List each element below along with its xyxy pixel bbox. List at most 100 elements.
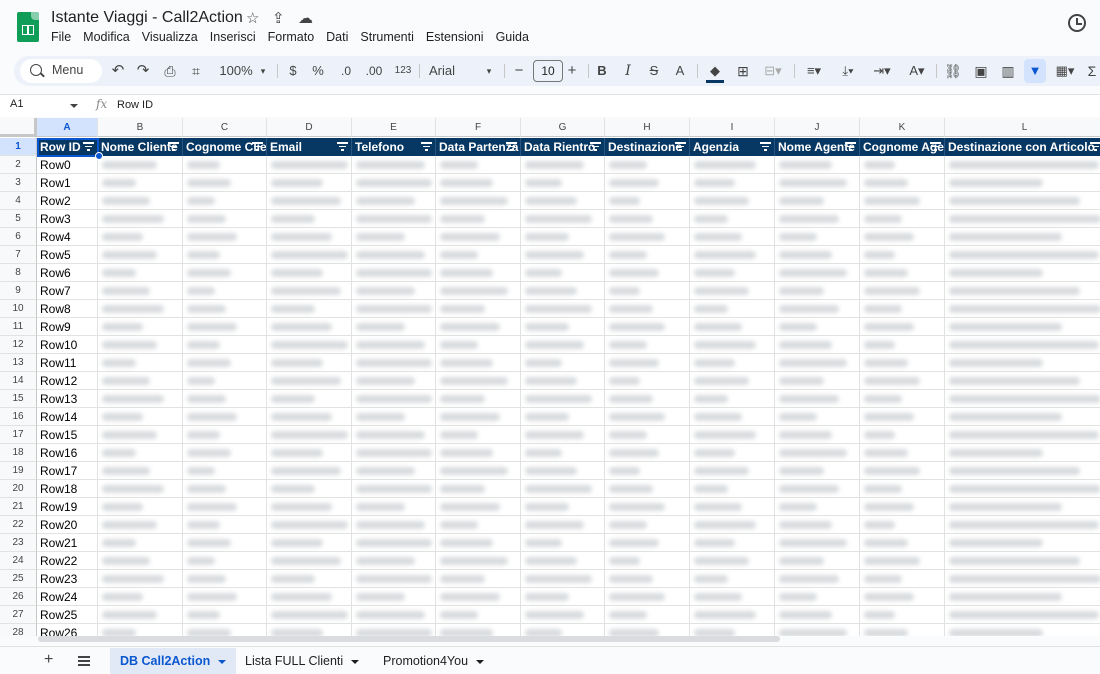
redacted-cell[interactable] <box>605 228 690 246</box>
redacted-cell[interactable] <box>860 354 945 372</box>
redacted-cell[interactable] <box>267 174 352 192</box>
row-header[interactable]: 6 <box>0 228 37 246</box>
redacted-cell[interactable] <box>352 372 436 390</box>
redacted-cell[interactable] <box>183 282 267 300</box>
menu-view[interactable]: Visualizza <box>142 30 198 44</box>
redacted-cell[interactable] <box>436 462 521 480</box>
redacted-cell[interactable] <box>860 624 945 636</box>
redacted-cell[interactable] <box>775 588 860 606</box>
formula-input[interactable]: Row ID <box>117 99 153 111</box>
redacted-cell[interactable] <box>775 318 860 336</box>
redacted-cell[interactable] <box>267 480 352 498</box>
redacted-cell[interactable] <box>860 390 945 408</box>
redacted-cell[interactable] <box>267 354 352 372</box>
redacted-cell[interactable] <box>690 228 775 246</box>
redacted-cell[interactable] <box>352 444 436 462</box>
redacted-cell[interactable] <box>436 498 521 516</box>
redacted-cell[interactable] <box>775 570 860 588</box>
redacted-cell[interactable] <box>945 246 1100 264</box>
redacted-cell[interactable] <box>775 336 860 354</box>
text-color-icon[interactable]: A <box>673 56 687 86</box>
redacted-cell[interactable] <box>945 282 1100 300</box>
redacted-cell[interactable] <box>521 300 605 318</box>
sheet-tab-chevron-down-icon[interactable] <box>351 659 360 664</box>
header-cell[interactable]: Row ID <box>37 138 98 156</box>
redacted-cell[interactable] <box>860 372 945 390</box>
redacted-cell[interactable] <box>183 516 267 534</box>
column-header-h[interactable]: H <box>605 118 690 137</box>
redacted-cell[interactable] <box>183 192 267 210</box>
functions-icon[interactable]: Σ <box>1084 56 1100 86</box>
row-header[interactable]: 27 <box>0 606 37 624</box>
redacted-cell[interactable] <box>183 462 267 480</box>
redacted-cell[interactable] <box>945 588 1100 606</box>
redacted-cell[interactable] <box>860 156 945 174</box>
redacted-cell[interactable] <box>860 336 945 354</box>
redacted-cell[interactable] <box>267 210 352 228</box>
redacted-cell[interactable] <box>352 174 436 192</box>
header-cell[interactable]: Nome Cliente <box>98 138 183 156</box>
redacted-cell[interactable] <box>267 228 352 246</box>
borders-icon[interactable]: ⊞ <box>735 56 751 86</box>
redacted-cell[interactable] <box>521 588 605 606</box>
redacted-cell[interactable] <box>775 282 860 300</box>
redacted-cell[interactable] <box>605 588 690 606</box>
redacted-cell[interactable] <box>436 534 521 552</box>
row-id-cell[interactable]: Row8 <box>37 300 98 318</box>
redacted-cell[interactable] <box>352 354 436 372</box>
row-header[interactable]: 9 <box>0 282 37 300</box>
redacted-cell[interactable] <box>436 156 521 174</box>
redacted-cell[interactable] <box>436 192 521 210</box>
menu-help[interactable]: Guida <box>496 30 529 44</box>
filter-dropdown-icon[interactable] <box>506 142 517 152</box>
redacted-cell[interactable] <box>775 300 860 318</box>
redacted-cell[interactable] <box>183 534 267 552</box>
fill-color-icon[interactable]: ◆ <box>706 56 724 83</box>
row-header[interactable]: 15 <box>0 390 37 408</box>
redacted-cell[interactable] <box>945 300 1100 318</box>
redacted-cell[interactable] <box>521 210 605 228</box>
move-to-drive-icon[interactable]: ⇪ <box>272 9 285 27</box>
redacted-cell[interactable] <box>436 516 521 534</box>
merge-cells-icon[interactable]: ⊟▾ <box>761 56 785 86</box>
row-header[interactable]: 18 <box>0 444 37 462</box>
redacted-cell[interactable] <box>521 624 605 636</box>
redacted-cell[interactable] <box>183 426 267 444</box>
redacted-cell[interactable] <box>352 534 436 552</box>
filter-dropdown-icon[interactable] <box>1090 142 1100 152</box>
redacted-cell[interactable] <box>690 282 775 300</box>
redacted-cell[interactable] <box>860 192 945 210</box>
row-header[interactable]: 20 <box>0 480 37 498</box>
redacted-cell[interactable] <box>521 498 605 516</box>
redacted-cell[interactable] <box>352 606 436 624</box>
redacted-cell[interactable] <box>690 444 775 462</box>
redacted-cell[interactable] <box>690 588 775 606</box>
row-header[interactable]: 26 <box>0 588 37 606</box>
row-id-cell[interactable]: Row6 <box>37 264 98 282</box>
column-header-k[interactable]: K <box>860 118 945 137</box>
redacted-cell[interactable] <box>775 246 860 264</box>
row-id-cell[interactable]: Row11 <box>37 354 98 372</box>
redacted-cell[interactable] <box>605 192 690 210</box>
menu-search-button[interactable]: Menu <box>20 59 102 83</box>
column-header-l[interactable]: L <box>945 118 1100 137</box>
row-header[interactable]: 23 <box>0 534 37 552</box>
redacted-cell[interactable] <box>521 426 605 444</box>
redacted-cell[interactable] <box>98 588 183 606</box>
redacted-cell[interactable] <box>352 570 436 588</box>
redacted-cell[interactable] <box>436 606 521 624</box>
redacted-cell[interactable] <box>945 480 1100 498</box>
sheet-tab-chevron-down-icon[interactable] <box>476 659 485 664</box>
version-history-icon[interactable] <box>1068 14 1086 32</box>
row-header[interactable]: 11 <box>0 318 37 336</box>
redacted-cell[interactable] <box>690 174 775 192</box>
row-header[interactable]: 17 <box>0 426 37 444</box>
redacted-cell[interactable] <box>183 264 267 282</box>
redacted-cell[interactable] <box>436 264 521 282</box>
row-header[interactable]: 7 <box>0 246 37 264</box>
row-id-cell[interactable]: Row22 <box>37 552 98 570</box>
redacted-cell[interactable] <box>690 516 775 534</box>
redacted-cell[interactable] <box>183 372 267 390</box>
redacted-cell[interactable] <box>183 408 267 426</box>
redacted-cell[interactable] <box>436 588 521 606</box>
